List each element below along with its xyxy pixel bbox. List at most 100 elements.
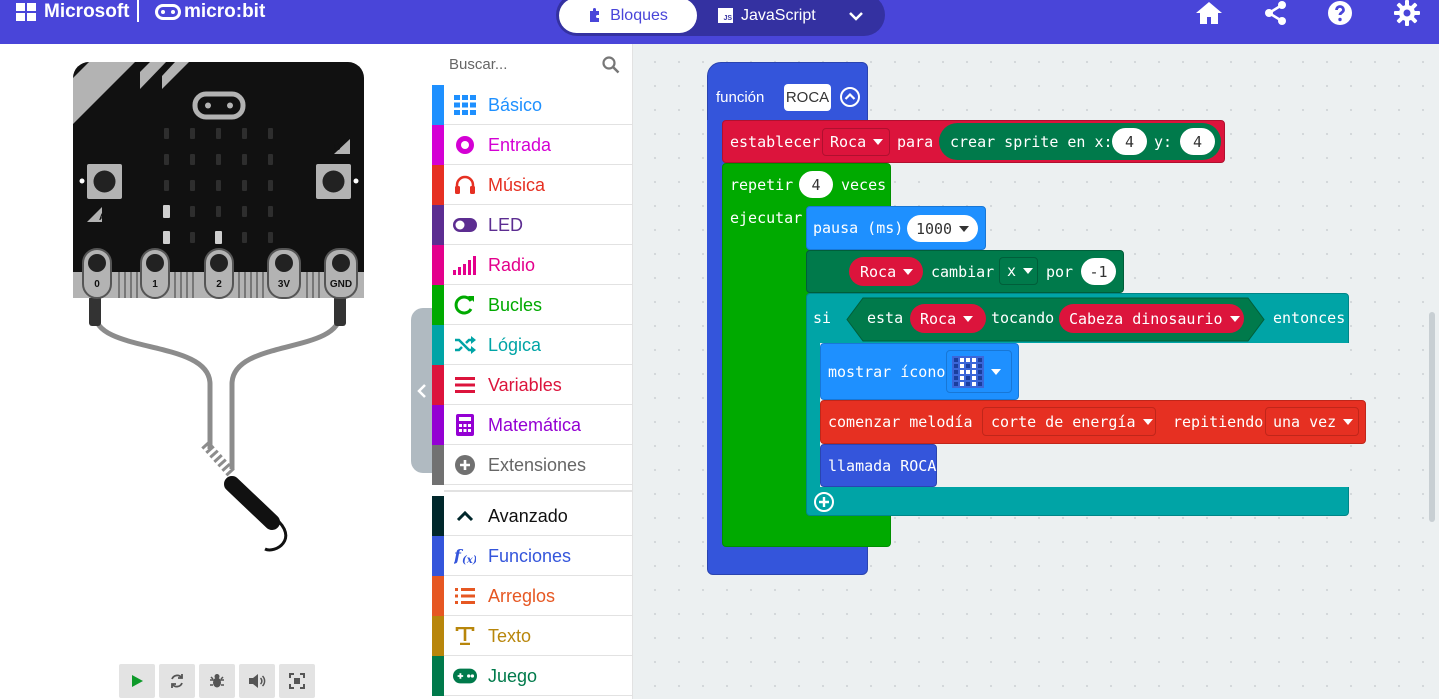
category-color-bar: [432, 165, 444, 205]
mute-button[interactable]: [239, 664, 275, 698]
pin-label-0: 0: [94, 279, 100, 290]
puzzle-icon: [590, 8, 600, 22]
sprite-y-keyword: y:: [1154, 133, 1173, 151]
tab-blocks[interactable]: Bloques: [559, 0, 697, 33]
play-icon: [132, 675, 143, 687]
chevron-down-icon[interactable]: [846, 6, 866, 26]
change-sprite-variable-dropdown[interactable]: Roca: [849, 257, 923, 286]
category-color-bar: [432, 205, 444, 245]
pause-duration-dropdown[interactable]: 1000: [907, 215, 978, 242]
share-icon[interactable]: [1262, 0, 1290, 26]
category-bucles[interactable]: Bucles: [432, 285, 632, 325]
function-icon: f (x): [453, 545, 477, 567]
loop-icon: [453, 294, 477, 316]
category-color-bar: [432, 656, 444, 696]
category-led[interactable]: LED: [432, 205, 632, 245]
play-button[interactable]: [119, 664, 155, 698]
category-logica[interactable]: Lógica: [432, 325, 632, 365]
category-matematica[interactable]: Matemática: [432, 405, 632, 445]
button-a-label: A: [99, 212, 106, 222]
category-label: Texto: [488, 626, 532, 646]
dropdown-caret-icon: [1343, 418, 1354, 425]
category-label: LED: [488, 215, 524, 235]
grid-icon: [453, 94, 477, 116]
chevron-left-icon: [417, 383, 426, 398]
sprite-y-input[interactable]: 4: [1180, 128, 1215, 155]
collapse-up-icon[interactable]: [839, 86, 861, 108]
plus-circle-icon: [453, 454, 477, 476]
input-icon: [453, 134, 477, 156]
change-amount-input[interactable]: -1: [1081, 258, 1116, 285]
category-juego[interactable]: Juego: [432, 656, 632, 696]
category-variables[interactable]: Variables: [432, 365, 632, 405]
button-b-label: B: [334, 142, 341, 152]
skull-icon: [952, 355, 984, 388]
category-funciones[interactable]: f (x) Funciones: [432, 536, 632, 576]
category-basico[interactable]: Básico: [432, 85, 632, 125]
melody-repeat-label: una vez: [1273, 412, 1337, 431]
change-by-keyword: por: [1046, 263, 1074, 281]
category-color-bar: [432, 365, 444, 405]
category-label: Funciones: [488, 546, 572, 566]
button-a[interactable]: [87, 164, 122, 199]
brand-microbit[interactable]: micro:bit: [155, 1, 265, 23]
category-extensiones[interactable]: Extensiones: [432, 445, 632, 485]
microsoft-logo-icon: [16, 3, 37, 22]
do-keyword: ejecutar: [730, 209, 803, 227]
change-keyword: cambiar: [931, 263, 995, 281]
function-block-body: [707, 120, 723, 550]
fullscreen-button[interactable]: [279, 664, 315, 698]
calculator-icon: [453, 414, 477, 436]
overlap-target-dropdown[interactable]: Cabeza dinosaurio: [1059, 304, 1244, 333]
category-color-bar: [432, 576, 444, 616]
change-axis-dropdown[interactable]: x: [999, 257, 1038, 285]
restart-icon: [171, 674, 183, 688]
function-name-field[interactable]: ROCA: [784, 84, 831, 111]
simulator-panel: 0 1 2 3V GND A B: [0, 44, 433, 699]
icon-picker-dropdown[interactable]: [946, 350, 1012, 393]
list-icon: [453, 374, 477, 396]
set-variable-dropdown[interactable]: Roca: [822, 128, 890, 156]
home-icon[interactable]: [1195, 0, 1223, 26]
mute-icon: [249, 674, 266, 688]
category-label: Variables: [488, 375, 562, 395]
overlap-target-label: Cabeza dinosaurio: [1069, 309, 1223, 328]
settings-icon[interactable]: [1393, 0, 1421, 26]
set-keyword: establecer: [730, 133, 821, 151]
category-avanzado[interactable]: Avanzado: [432, 496, 632, 536]
category-color-bar: [432, 496, 444, 536]
melody-repeat-dropdown[interactable]: una vez: [1265, 407, 1359, 436]
brand-microsoft[interactable]: Microsoft: [44, 1, 130, 23]
button-b[interactable]: [316, 164, 351, 199]
category-label: Lógica: [488, 335, 542, 355]
sprite-x-input[interactable]: 4: [1112, 128, 1147, 155]
signal-icon: [453, 254, 477, 276]
category-arreglos[interactable]: Arreglos: [432, 576, 632, 616]
restart-button[interactable]: [159, 664, 195, 698]
simulator-collapse-handle[interactable]: [411, 308, 433, 473]
shuffle-icon: [453, 334, 477, 356]
dropdown-caret-icon: [963, 315, 974, 322]
category-musica[interactable]: Música: [432, 165, 632, 205]
search-icon[interactable]: [602, 56, 620, 74]
pin-label-2: 2: [216, 279, 222, 290]
touching-keyword: tocando: [991, 309, 1055, 327]
then-keyword: entonces: [1273, 309, 1346, 327]
help-icon[interactable]: [1326, 0, 1354, 26]
repeat-count-input[interactable]: 4: [799, 171, 833, 198]
change-sprite-variable-label: Roca: [860, 262, 897, 281]
overlap-sprite-dropdown[interactable]: Roca: [910, 304, 986, 333]
debug-icon: [210, 674, 224, 688]
add-else-icon[interactable]: [813, 491, 835, 513]
workspace-scrollbar[interactable]: [1429, 312, 1435, 522]
category-radio[interactable]: Radio: [432, 245, 632, 285]
tab-javascript[interactable]: JS JavaScript: [718, 0, 816, 33]
debug-button[interactable]: [199, 664, 235, 698]
melody-dropdown[interactable]: corte de energía: [982, 407, 1156, 436]
category-texto[interactable]: Texto: [432, 616, 632, 656]
show-icon-keyword: mostrar ícono: [828, 363, 946, 381]
category-label: Básico: [488, 95, 543, 115]
create-sprite-label: crear sprite en x:: [950, 133, 1113, 151]
category-entrada[interactable]: Entrada: [432, 125, 632, 165]
headphones-icon: [453, 174, 477, 196]
